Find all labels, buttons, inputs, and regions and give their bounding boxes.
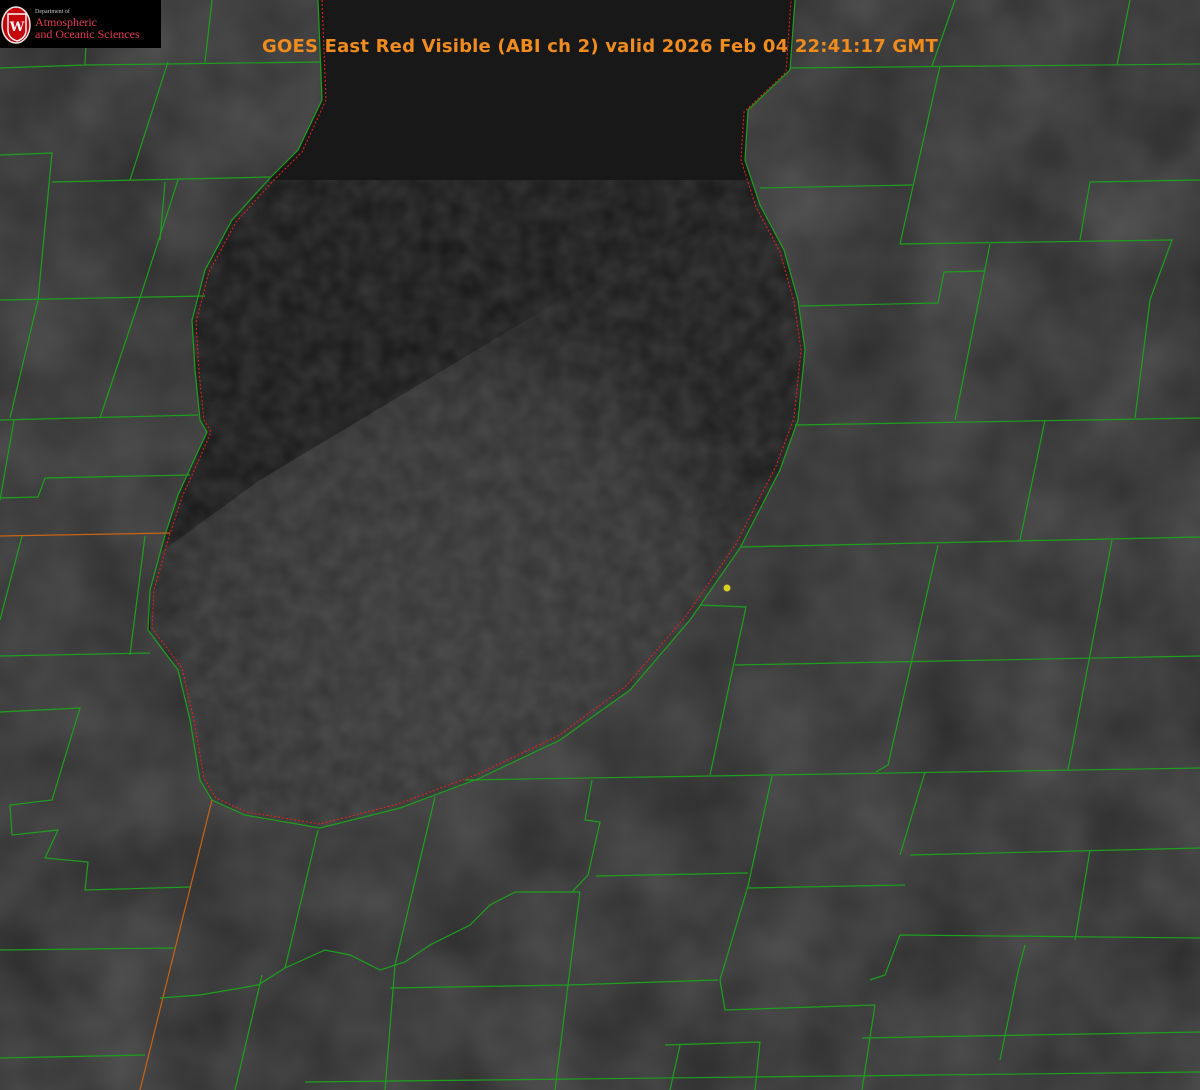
svg-text:W: W [9, 20, 25, 35]
image-title: GOES East Red Visible (ABI ch 2) valid 2… [261, 36, 938, 57]
satellite-map-viewer: W Department of Atmospheric and Oceanic … [0, 0, 1200, 1090]
satellite-image [0, 0, 1200, 1090]
station-marker [723, 584, 731, 592]
